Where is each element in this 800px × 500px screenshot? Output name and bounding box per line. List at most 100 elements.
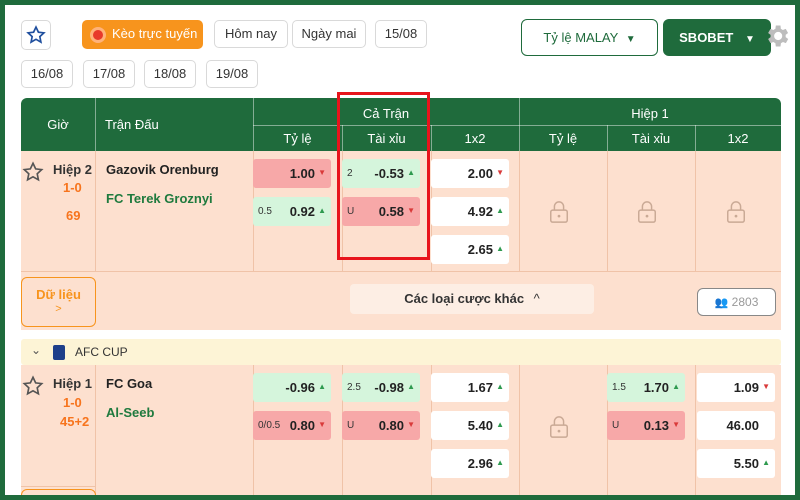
away-team: Al-Seeb <box>106 405 155 420</box>
match-minute: 69 <box>66 208 81 223</box>
odds-value: 0.13 <box>643 418 669 433</box>
odds-line: 0.5 <box>258 206 272 217</box>
odds-value: 5.50 <box>733 456 759 471</box>
odds-value: 2.65 <box>467 242 493 257</box>
odds-value: 2.96 <box>467 456 493 471</box>
data-button[interactable]: Dữ liệu > <box>21 277 96 327</box>
favorites-button[interactable] <box>21 20 51 50</box>
odds-cell[interactable]: 2.96 ▲ <box>431 449 509 478</box>
arrow-down-icon: ▼ <box>318 168 326 177</box>
home-team: FC Goa <box>106 376 153 391</box>
arrow-up-icon: ▲ <box>496 244 504 253</box>
odds-type-select[interactable]: Tỷ lệ MALAY ▼ <box>521 19 658 56</box>
date-tab-1908[interactable]: 19/08 <box>206 60 258 88</box>
more-bets-button[interactable]: Các loại cược khác ^ <box>350 284 594 314</box>
odds-value: -0.96 <box>285 380 315 395</box>
odds-value: 1.00 <box>289 166 315 181</box>
odds-cell[interactable]: 1.5 1.70 ▲ <box>607 373 685 402</box>
date-tab-tomorrow[interactable]: Ngày mai <box>292 20 366 48</box>
odds-cell[interactable]: 2.5 -0.98 ▲ <box>342 373 420 402</box>
arrow-down-icon: ▼ <box>672 420 680 429</box>
arrow-up-icon: ▲ <box>318 206 326 215</box>
bookmaker-select[interactable]: SBOBET ▼ <box>663 19 771 56</box>
odds-page: Kèo trực tuyến Hôm nay Ngày mai 15/08 16… <box>5 5 795 495</box>
odds-value: 1.09 <box>733 380 759 395</box>
odds-value: 1.67 <box>467 380 493 395</box>
viewers-badge[interactable]: 👥 2803 <box>697 288 776 316</box>
odds-line: 2.5 <box>347 382 361 393</box>
date-tab-label: 18/08 <box>153 66 187 81</box>
date-tab-1508[interactable]: 15/08 <box>375 20 427 48</box>
odds-value: 5.40 <box>467 418 493 433</box>
date-tab-today[interactable]: Hôm nay <box>214 20 288 48</box>
match-status: Hiệp 1 <box>53 376 93 391</box>
live-odds-button[interactable]: Kèo trực tuyến <box>82 20 203 49</box>
caret-down-icon: ▼ <box>744 34 755 45</box>
odds-cell[interactable]: 1.09 ▼ <box>697 373 775 402</box>
odds-cell[interactable]: 0/0.5 0.80 ▼ <box>253 411 331 440</box>
data-button-label: Dữ liệu <box>36 287 81 302</box>
col-time: Giờ <box>47 117 69 132</box>
odds-cell[interactable]: 5.50 ▲ <box>697 449 775 478</box>
favorite-star-icon[interactable] <box>22 375 44 397</box>
odds-line: 0/0.5 <box>258 420 281 431</box>
group-first-half: Hiệp 1 <box>631 106 669 121</box>
arrow-up-icon: ▲ <box>318 382 326 391</box>
arrow-up-icon: ▲ <box>496 382 504 391</box>
odds-line: 1.5 <box>612 382 626 393</box>
date-tab-1608[interactable]: 16/08 <box>21 60 73 88</box>
arrow-down-icon: ▼ <box>407 420 415 429</box>
data-button[interactable] <box>21 489 96 495</box>
sub-handicap-half: Tỷ lệ <box>548 131 578 146</box>
odds-cell[interactable]: -0.96 ▲ <box>253 373 331 402</box>
chevron-up-icon: ^ <box>533 291 540 306</box>
arrow-up-icon: ▲ <box>496 206 504 215</box>
home-team: Gazovik Orenburg <box>106 162 219 177</box>
chevron-down-icon: ⌄ <box>31 343 42 357</box>
odds-cell[interactable]: 1.00 ▼ <box>253 159 331 188</box>
arrow-up-icon: ▲ <box>672 382 680 391</box>
date-tab-label: 15/08 <box>384 26 418 41</box>
lock-icon <box>727 201 745 223</box>
odds-value: 1.70 <box>643 380 669 395</box>
sub-handicap-full: Tỷ lệ <box>283 131 312 146</box>
odds-cell[interactable]: 46.00 <box>697 411 775 440</box>
league-name: AFC CUP <box>75 345 128 359</box>
odds-cell[interactable]: 2.00 ▼ <box>431 159 509 188</box>
odds-value: 0.92 <box>289 204 315 219</box>
star-icon <box>26 25 46 44</box>
arrow-down-icon: ▼ <box>496 168 504 177</box>
date-tab-1708[interactable]: 17/08 <box>83 60 135 88</box>
match-status: Hiệp 2 <box>53 162 93 177</box>
favorite-star-icon[interactable] <box>22 161 44 183</box>
live-dot-icon <box>90 27 106 43</box>
odds-value: 46.00 <box>726 418 759 433</box>
date-tab-1808[interactable]: 18/08 <box>144 60 196 88</box>
odds-value: 2.00 <box>467 166 493 181</box>
odds-cell[interactable]: 1.67 ▲ <box>431 373 509 402</box>
odds-cell[interactable]: U 0.13 ▼ <box>607 411 685 440</box>
league-row[interactable]: ⌄ AFC CUP <box>21 339 781 365</box>
arrow-up-icon: ▲ <box>496 420 504 429</box>
odds-cell[interactable]: 5.40 ▲ <box>431 411 509 440</box>
sub-over-under-half: Tài xỉu <box>631 131 671 146</box>
odds-line: U <box>612 420 620 431</box>
odds-cell[interactable]: 2.65 ▲ <box>431 235 509 264</box>
gear-icon[interactable] <box>763 22 791 50</box>
odds-cell[interactable]: U 0.80 ▼ <box>342 411 420 440</box>
date-tab-label: 19/08 <box>215 66 249 81</box>
arrow-up-icon: ▲ <box>407 382 415 391</box>
date-tab-label: Hôm nay <box>224 26 278 41</box>
caret-down-icon: ▼ <box>625 34 636 45</box>
odds-cell[interactable]: 0.5 0.92 ▲ <box>253 197 331 226</box>
odds-cell[interactable]: 4.92 ▲ <box>431 197 509 226</box>
odds-type-label: Tỷ lệ MALAY <box>543 30 619 45</box>
users-icon: 👥 <box>714 297 729 309</box>
date-tab-label: 16/08 <box>30 66 64 81</box>
arrow-down-icon: ▼ <box>762 382 770 391</box>
live-odds-label: Kèo trực tuyến <box>112 26 198 41</box>
sub-1x2-half: 1x2 <box>727 131 749 146</box>
league-flag-icon <box>53 345 65 360</box>
date-tab-label: Ngày mai <box>301 26 357 41</box>
match-minute: 45+2 <box>60 414 90 429</box>
